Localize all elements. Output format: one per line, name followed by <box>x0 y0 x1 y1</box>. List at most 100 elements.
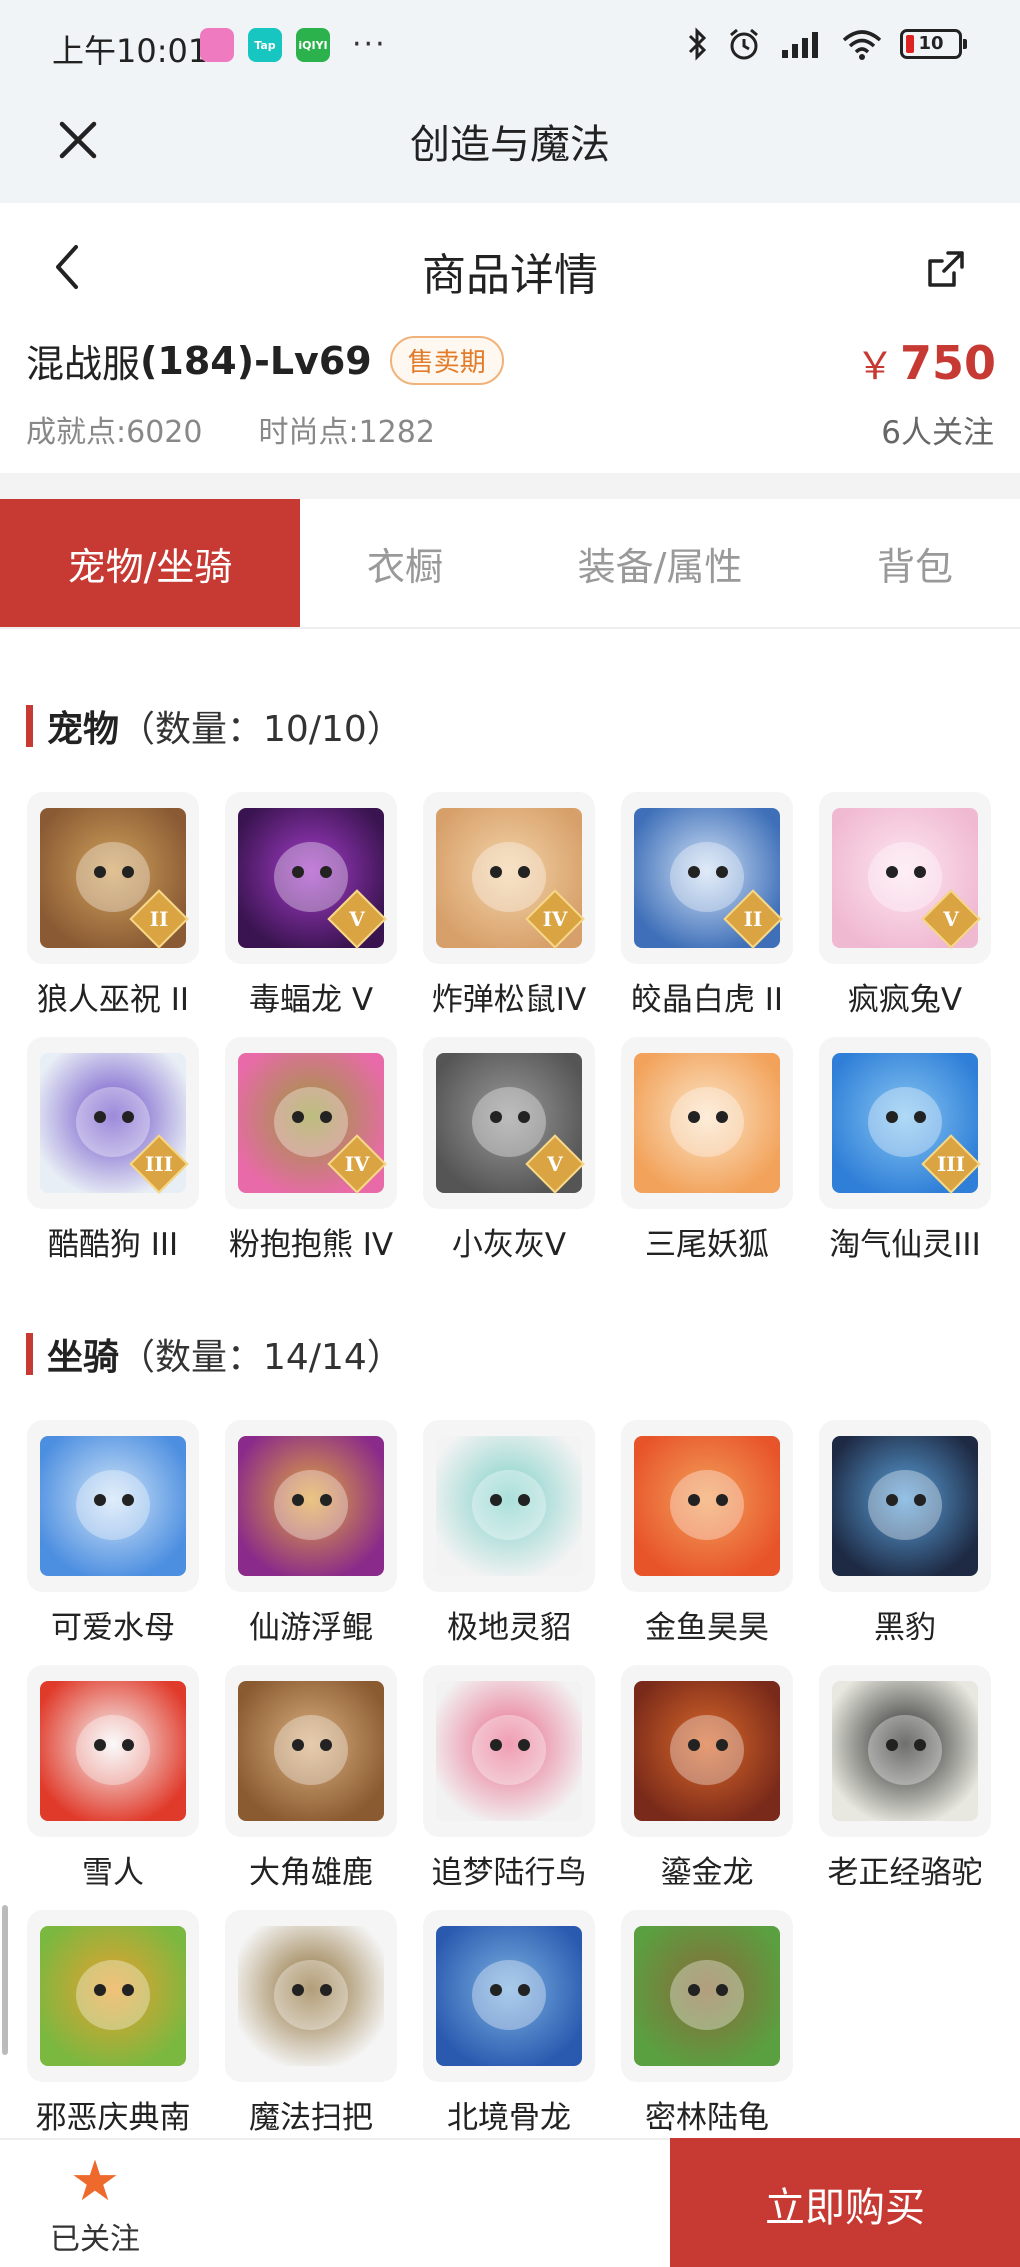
collection-item[interactable]: 三尾妖狐 <box>621 1037 793 1264</box>
item-name: 狼人巫祝 II <box>36 982 190 1018</box>
creature-image <box>436 1436 582 1576</box>
creature-image <box>832 1681 978 1821</box>
item-thumbnail: II <box>621 792 793 964</box>
item-name: 老正经骆驼 <box>827 1855 983 1891</box>
collection-item[interactable]: 金鱼昊昊 <box>621 1420 793 1647</box>
bluetooth-icon <box>688 27 707 61</box>
item-thumbnail: V <box>423 1037 595 1209</box>
price: ￥ 750 <box>856 335 996 390</box>
status-indicators: 10 <box>686 26 967 62</box>
battery-icon: 10 <box>900 29 967 59</box>
section-count: （数量：14/14） <box>119 1337 403 1378</box>
app-title: 创造与魔法 <box>410 122 610 168</box>
collection-item[interactable]: 老正经骆驼 <box>819 1665 991 1892</box>
follow-label: 已关注 <box>50 2222 140 2257</box>
pets-section-header: 宠物 （数量：10/10） <box>26 700 403 752</box>
item-thumbnail <box>621 1910 793 2082</box>
item-name: 黑豹 <box>874 1610 936 1646</box>
item-name: 可爱水母 <box>51 1610 175 1646</box>
creature-image: V <box>238 808 387 949</box>
collection-item[interactable]: III 酷酷狗 III <box>27 1037 199 1264</box>
item-name: 仙游浮鲲 <box>249 1610 373 1646</box>
item-name: 大角雄鹿 <box>249 1855 373 1891</box>
item-thumbnail <box>225 1665 397 1837</box>
item-thumbnail <box>27 1910 199 2082</box>
game-app-icon <box>200 28 234 62</box>
collection-item[interactable]: 黑豹 <box>819 1420 991 1647</box>
item-thumbnail <box>621 1420 793 1592</box>
collection-item[interactable]: IV 炸弹松鼠IV <box>423 792 595 1019</box>
item-thumbnail <box>819 1665 991 1837</box>
status-badge: 售卖期 <box>389 336 504 385</box>
creature-image: V <box>436 1053 585 1194</box>
item-name: 邪恶庆典南 <box>35 2100 191 2136</box>
creature-image: V <box>832 808 981 949</box>
collection-item[interactable]: 雪人 <box>27 1665 199 1892</box>
collection-item[interactable]: 邪恶庆典南 <box>27 1910 199 2137</box>
iqiyi-icon: iQIYI <box>296 28 330 62</box>
item-thumbnail: III <box>27 1037 199 1209</box>
follow-button[interactable]: ★ 已关注 <box>40 2152 150 2258</box>
collection-item[interactable]: III 淘气仙灵III <box>819 1037 991 1264</box>
collection-item[interactable]: V 毒蝠龙 V <box>225 792 397 1019</box>
item-thumbnail <box>27 1665 199 1837</box>
creature-image <box>40 1681 186 1821</box>
item-thumbnail: III <box>819 1037 991 1209</box>
item-thumbnail <box>225 1910 397 2082</box>
item-thumbnail: II <box>27 792 199 964</box>
wifi-icon <box>842 30 882 60</box>
collection-item[interactable]: IV 粉抱抱熊 IV <box>225 1037 397 1264</box>
collection-item[interactable]: 密林陆龟 <box>621 1910 793 2137</box>
tab-pets-mounts[interactable]: 宠物/坐骑 <box>0 499 300 627</box>
collection-item[interactable]: V 小灰灰V <box>423 1037 595 1264</box>
item-name: 炸弹松鼠IV <box>431 982 587 1018</box>
creature-image <box>238 1926 384 2066</box>
tab-backpack[interactable]: 背包 <box>810 499 1020 627</box>
buy-now-button[interactable]: 立即购买 <box>670 2138 1020 2267</box>
creature-image <box>634 1681 780 1821</box>
top-zone: 上午10:01 Tap iQIYI ··· 10 创造与魔法 <box>0 0 1020 203</box>
share-icon[interactable] <box>924 247 968 291</box>
collection-item[interactable]: 可爱水母 <box>27 1420 199 1647</box>
creature-image <box>634 1053 780 1193</box>
scrollbar[interactable] <box>2 1905 8 2055</box>
item-name: 疯疯兔V <box>847 982 963 1018</box>
tab-equipment[interactable]: 装备/属性 <box>510 499 810 627</box>
server-level: (184)-Lv69 <box>140 338 372 383</box>
collection-item[interactable]: 北境骨龙 <box>423 1910 595 2137</box>
item-name: 小灰灰V <box>451 1227 567 1263</box>
tab-wardrobe[interactable]: 衣橱 <box>300 499 510 627</box>
tab-bar: 宠物/坐骑 衣橱 装备/属性 背包 <box>0 499 1020 629</box>
item-thumbnail <box>819 1420 991 1592</box>
item-thumbnail: V <box>819 792 991 964</box>
collection-item[interactable]: 大角雄鹿 <box>225 1665 397 1892</box>
collection-item[interactable]: 极地灵貂 <box>423 1420 595 1647</box>
creature-image <box>832 1436 978 1576</box>
currency-symbol: ￥ <box>855 344 894 388</box>
taptap-icon: Tap <box>248 28 282 62</box>
collection-item[interactable]: 追梦陆行鸟 <box>423 1665 595 1892</box>
status-bar: 上午10:01 Tap iQIYI ··· 10 <box>0 0 1020 92</box>
item-name: 北境骨龙 <box>447 2100 571 2136</box>
server-title: 混战服 (184)-Lv69 售卖期 <box>26 333 504 388</box>
divider <box>0 473 1020 499</box>
creature-image: IV <box>238 1053 387 1194</box>
item-name: 毒蝠龙 V <box>248 982 374 1018</box>
collection-item[interactable]: 魔法扫把 <box>225 1910 397 2137</box>
status-time: 上午10:01 <box>52 32 209 70</box>
signal-icon <box>782 32 818 58</box>
bottom-bar: ★ 已关注 立即购买 <box>0 2138 1020 2267</box>
creature-image: III <box>40 1053 189 1194</box>
price-value: 750 <box>899 336 996 390</box>
collection-item[interactable]: 仙游浮鲲 <box>225 1420 397 1647</box>
creature-image <box>436 1681 582 1821</box>
collection-item[interactable]: 鎏金龙 <box>621 1665 793 1892</box>
item-thumbnail <box>423 1910 595 2082</box>
section-accent <box>26 1333 33 1375</box>
item-thumbnail <box>621 1037 793 1209</box>
collection-item[interactable]: V 疯疯兔V <box>819 792 991 1019</box>
collection-item[interactable]: II 狼人巫祝 II <box>27 792 199 1019</box>
collection-item[interactable]: II 皎晶白虎 II <box>621 792 793 1019</box>
section-accent <box>26 705 33 747</box>
creature-image: IV <box>436 808 585 949</box>
